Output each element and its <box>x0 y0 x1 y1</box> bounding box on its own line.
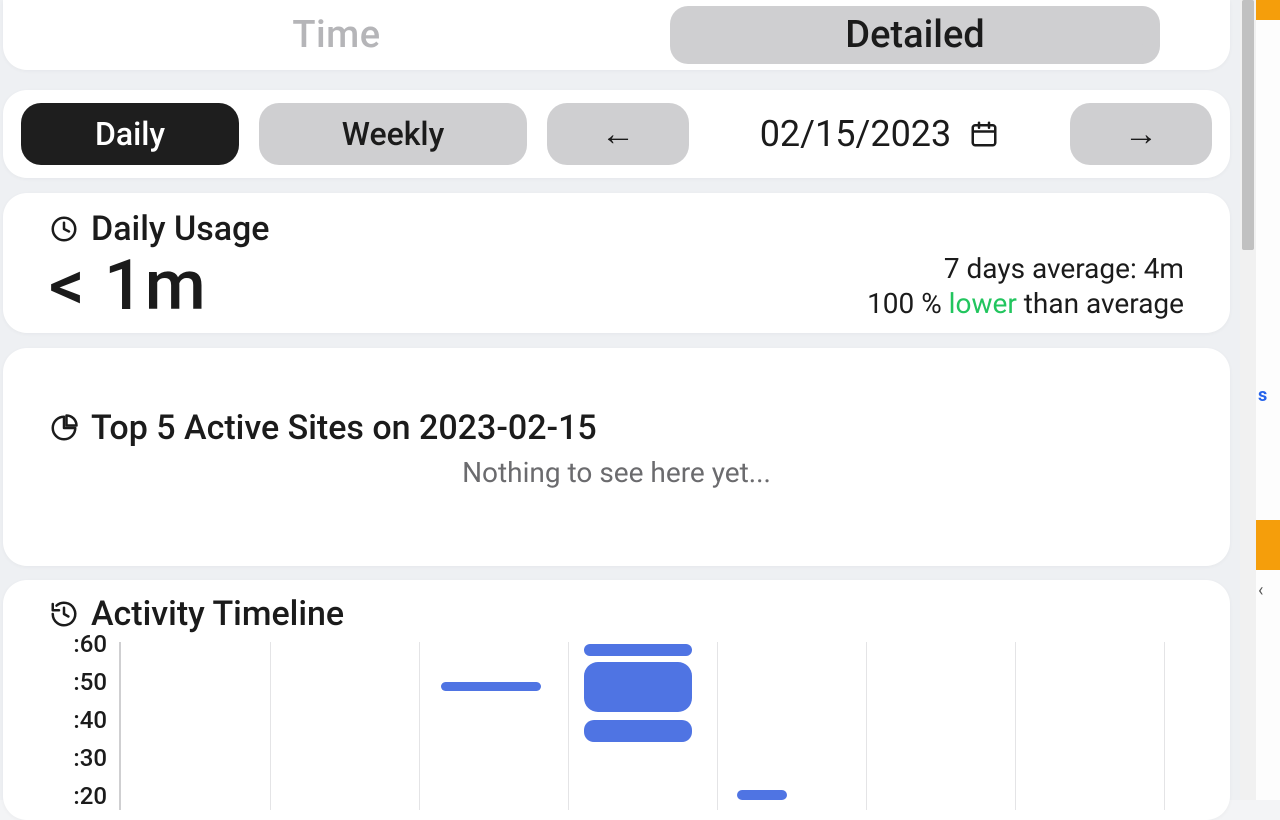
granularity-daily-button[interactable]: Daily <box>21 103 239 165</box>
tab-time[interactable]: Time <box>3 13 670 57</box>
adjacent-window-strip: s ‹ <box>1256 0 1280 800</box>
y-tick: :50 <box>73 668 107 696</box>
activity-timeline-card: Activity Timeline :60 :50 :40 :30 :20 <box>3 580 1230 820</box>
current-date-text: 02/15/2023 <box>760 113 952 155</box>
activity-segment <box>737 790 787 800</box>
vertical-scrollbar[interactable] <box>1240 0 1256 800</box>
date-range-bar: Daily Weekly ← 02/15/2023 → <box>3 90 1230 178</box>
cmp-word: lower <box>949 287 1017 320</box>
history-icon <box>49 599 79 629</box>
daily-usage-title: Daily Usage <box>91 209 270 249</box>
top-sites-card: Top 5 Active Sites on 2023-02-15 Nothing… <box>3 348 1230 566</box>
view-tabs-bar: Time Detailed <box>3 0 1230 70</box>
tab-detailed[interactable]: Detailed <box>670 6 1160 64</box>
y-tick: :60 <box>73 630 107 658</box>
next-day-button[interactable]: → <box>1070 103 1212 165</box>
activity-segment <box>584 720 692 742</box>
calendar-icon <box>969 119 999 149</box>
granularity-weekly-button[interactable]: Weekly <box>259 103 527 165</box>
clock-icon <box>49 214 79 244</box>
daily-usage-card: Daily Usage < 1m 7 days average: 4m 100 … <box>3 193 1230 333</box>
activity-segment <box>584 662 692 712</box>
app-viewport: Time Detailed Daily Weekly ← 02/15/2023 … <box>0 0 1240 800</box>
daily-usage-comparison: 7 days average: 4m 100 % lower than aver… <box>867 251 1184 321</box>
daily-usage-value: < 1m <box>49 245 207 327</box>
cmp-prefix: 100 % <box>867 287 949 320</box>
scrollbar-thumb[interactable] <box>1242 0 1254 250</box>
top-sites-title: Top 5 Active Sites on 2023-02-15 <box>91 408 597 448</box>
y-tick: :30 <box>73 744 107 772</box>
y-tick: :20 <box>73 782 107 810</box>
activity-segment <box>441 682 541 691</box>
prev-day-button[interactable]: ← <box>547 103 689 165</box>
activity-timeline-title: Activity Timeline <box>91 594 344 634</box>
date-picker[interactable]: 02/15/2023 <box>709 113 1050 155</box>
edit-icon[interactable] <box>1112 14 1150 52</box>
pie-chart-icon <box>49 413 79 443</box>
seven-day-average-text: 7 days average: 4m <box>867 251 1184 286</box>
plot-area <box>119 642 1184 810</box>
cmp-suffix: than average <box>1017 287 1184 320</box>
activity-segment <box>584 644 692 656</box>
y-tick: :40 <box>73 706 107 734</box>
top-sites-empty-text: Nothing to see here yet... <box>49 456 1184 489</box>
activity-timeline-chart: :60 :50 :40 :30 :20 <box>49 640 1184 810</box>
